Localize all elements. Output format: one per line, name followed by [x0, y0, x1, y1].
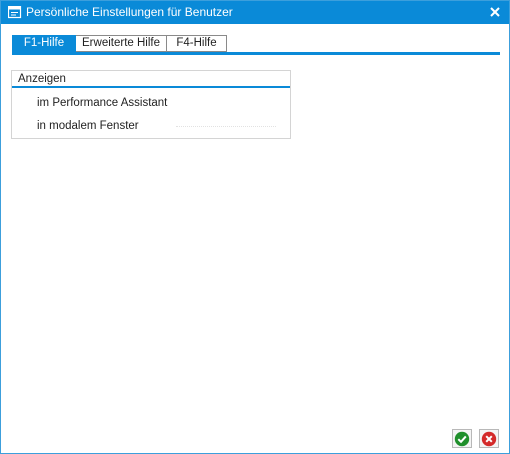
group-header: Anzeigen: [12, 71, 290, 88]
option-performance-assistant[interactable]: im Performance Assistant: [37, 97, 167, 109]
close-icon: [490, 7, 500, 17]
title-bar[interactable]: Persönliche Einstellungen für Benutzer: [1, 1, 509, 24]
option-modal-window[interactable]: in modalem Fenster: [37, 120, 139, 132]
group-title: Anzeigen: [18, 73, 66, 85]
divider: [176, 126, 276, 127]
tab-underline: [12, 52, 500, 55]
dialog-window: Persönliche Einstellungen für Benutzer F…: [0, 0, 510, 454]
tab-strip: F1-Hilfe Erweiterte Hilfe F4-Hilfe: [12, 35, 227, 52]
tab-f4-hilfe[interactable]: F4-Hilfe: [167, 35, 227, 52]
tab-f1-hilfe[interactable]: F1-Hilfe: [12, 35, 76, 52]
settings-dialog-icon: [7, 5, 22, 19]
ok-button[interactable]: [452, 429, 472, 448]
close-button[interactable]: [487, 4, 503, 20]
cancel-button[interactable]: [479, 429, 499, 448]
tab-erweiterte-hilfe[interactable]: Erweiterte Hilfe: [76, 35, 167, 52]
checkmark-icon: [454, 431, 470, 447]
window-title: Persönliche Einstellungen für Benutzer: [26, 5, 233, 19]
cancel-icon: [481, 431, 497, 447]
group-anzeigen: Anzeigen im Performance Assistant in mod…: [11, 70, 291, 139]
